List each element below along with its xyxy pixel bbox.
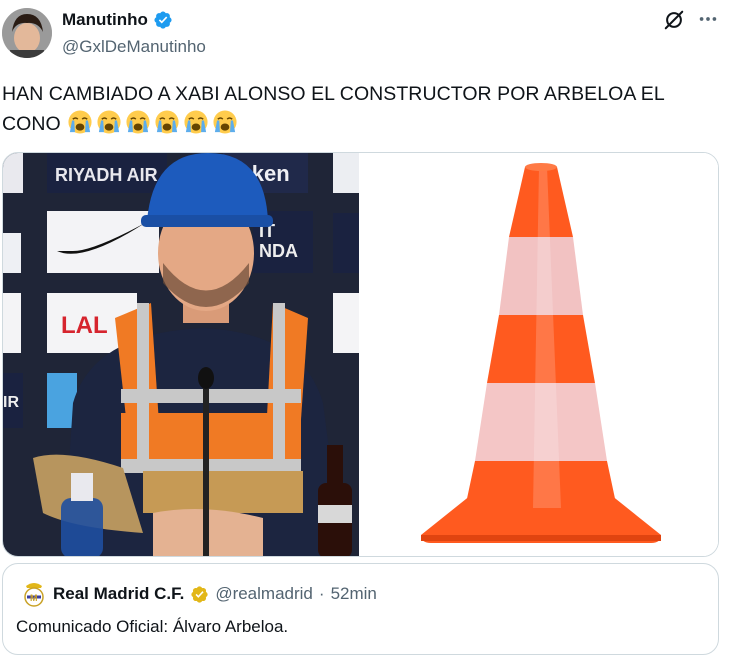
loudly-crying-face-icon <box>126 110 150 134</box>
sponsor-riyadh-air: RIYADH AIR <box>55 165 158 185</box>
more-options-icon[interactable] <box>697 8 719 30</box>
sponsor-fragment-ir: IR <box>3 394 19 411</box>
emoji-row <box>67 109 238 135</box>
quoted-text: Comunicado Oficial: Álvaro Arbeloa. <box>16 617 289 636</box>
quoted-display-name[interactable]: Real Madrid C.F. <box>53 584 184 604</box>
verified-badge-icon <box>153 10 173 30</box>
photo-press-conference[interactable]: RIYADH AIR raken IT NDA LAL IR <box>3 153 363 556</box>
quoted-timestamp[interactable]: 52min <box>331 584 377 604</box>
author-avatar[interactable] <box>2 8 52 58</box>
real-madrid-crest-icon[interactable]: M <box>22 580 46 608</box>
sponsor-laliga: LAL <box>61 312 108 339</box>
separator-dot: · <box>318 584 325 603</box>
gold-verified-badge-icon <box>190 585 209 604</box>
svg-text:M: M <box>30 593 38 603</box>
author-display-name[interactable]: Manutinho <box>62 10 148 30</box>
quoted-handle[interactable]: @realmadrid <box>215 584 313 604</box>
tweet-text: HAN CAMBIADO A XABI ALONSO EL CONSTRUCTO… <box>2 79 722 139</box>
loudly-crying-face-icon <box>155 110 179 134</box>
photo-traffic-cone[interactable] <box>361 153 718 556</box>
loudly-crying-face-icon <box>184 110 208 134</box>
sponsor-fragment-nda: NDA <box>259 241 298 261</box>
loudly-crying-face-icon <box>97 110 121 134</box>
author-handle[interactable]: @GxlDeManutinho <box>62 37 206 57</box>
loudly-crying-face-icon <box>213 110 237 134</box>
tweet-media[interactable]: RIYADH AIR raken IT NDA LAL IR <box>2 152 719 557</box>
quoted-tweet[interactable]: M Real Madrid C.F. @realmadrid · 52min <box>2 563 719 655</box>
grok-icon[interactable] <box>663 9 685 31</box>
loudly-crying-face-icon <box>68 110 92 134</box>
